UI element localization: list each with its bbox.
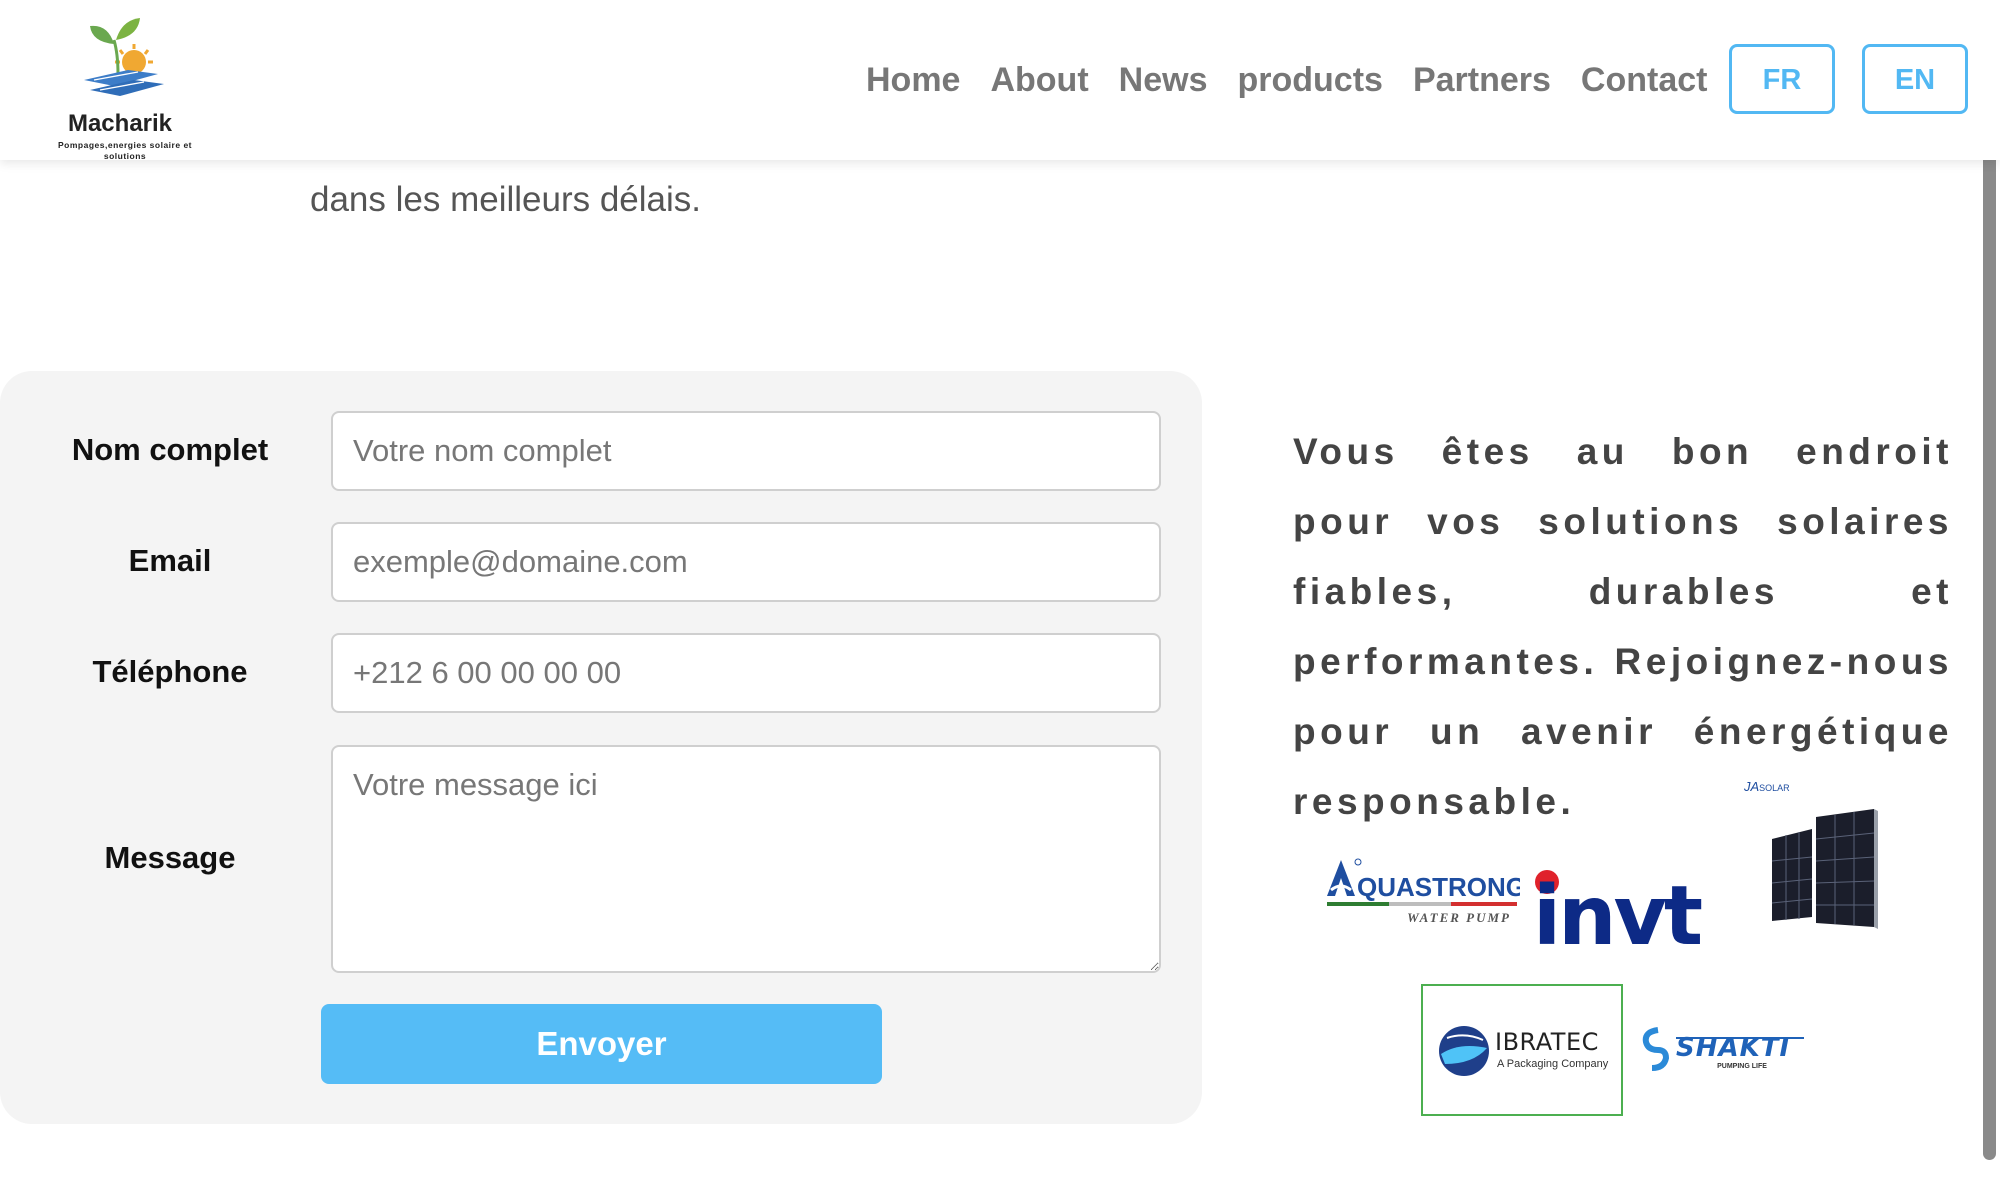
lang-fr-button[interactable]: FR: [1729, 44, 1835, 114]
site-logo[interactable]: Macharik Pompages,energies solaire et so…: [40, 14, 210, 161]
lang-en-button[interactable]: EN: [1862, 44, 1968, 114]
intro-text: dans les meilleurs délais.: [310, 180, 702, 219]
ja-solar-subtitle: SOLAR: [1759, 783, 1790, 793]
page-scrollbar[interactable]: [1983, 150, 1996, 1160]
shakti-subtitle: PUMPING LIFE: [1717, 1063, 1767, 1070]
phone-input[interactable]: [331, 633, 1161, 713]
shakti-swirl-icon: [1642, 1027, 1670, 1071]
name-label: Nom complet: [71, 432, 269, 467]
ibratec-wordmark: IBRATEC: [1495, 1028, 1599, 1056]
email-label: Email: [128, 543, 212, 578]
aquastrong-subtitle: WATER PUMP: [1407, 910, 1511, 925]
name-input[interactable]: [331, 411, 1161, 491]
nav-news[interactable]: News: [1119, 58, 1208, 102]
logo-sprout-sun-icon: [84, 18, 164, 96]
ibratec-logo: IBRATEC A Packaging Company: [1421, 984, 1623, 1116]
invt-wordmark: invt: [1533, 869, 1702, 948]
phone-label: Téléphone: [92, 654, 248, 689]
main-nav: Home About News products Partners Contac…: [866, 58, 1707, 102]
submit-button[interactable]: Envoyer: [321, 1004, 882, 1084]
ibratec-globe-icon: [1439, 1026, 1489, 1076]
message-textarea[interactable]: [331, 745, 1161, 973]
nav-about[interactable]: About: [990, 58, 1088, 102]
ja-solar-logo: JASOLAR: [1740, 775, 1880, 935]
aquastrong-wordmark: QUASTRONG: [1357, 872, 1520, 902]
aquastrong-mark-icon: QUASTRONG WATER PUMP: [1327, 858, 1526, 925]
nav-contact[interactable]: Contact: [1581, 58, 1708, 102]
invt-logo: invt: [1533, 868, 1713, 964]
ibratec-subtitle: A Packaging Company: [1497, 1058, 1609, 1070]
site-header: Macharik Pompages,energies solaire et so…: [0, 0, 2000, 161]
ja-solar-wordmark: JA: [1744, 779, 1760, 794]
aquastrong-logo: QUASTRONG WATER PUMP: [1325, 852, 1526, 926]
nav-products[interactable]: products: [1237, 58, 1382, 102]
nav-home[interactable]: Home: [866, 58, 960, 102]
solar-panel-icon: [1771, 809, 1878, 929]
email-input[interactable]: [331, 522, 1161, 602]
nav-partners[interactable]: Partners: [1413, 58, 1551, 102]
logo-name: Macharik: [67, 110, 173, 137]
message-label: Message: [104, 840, 236, 875]
shakti-logo: SHAKTI PUMPING LIFE: [1640, 1024, 1810, 1074]
promo-text: Vous êtes au bon endroit pour vos soluti…: [1293, 431, 1953, 822]
logo-tagline: Pompages,energies solaire et solutions: [58, 140, 192, 161]
